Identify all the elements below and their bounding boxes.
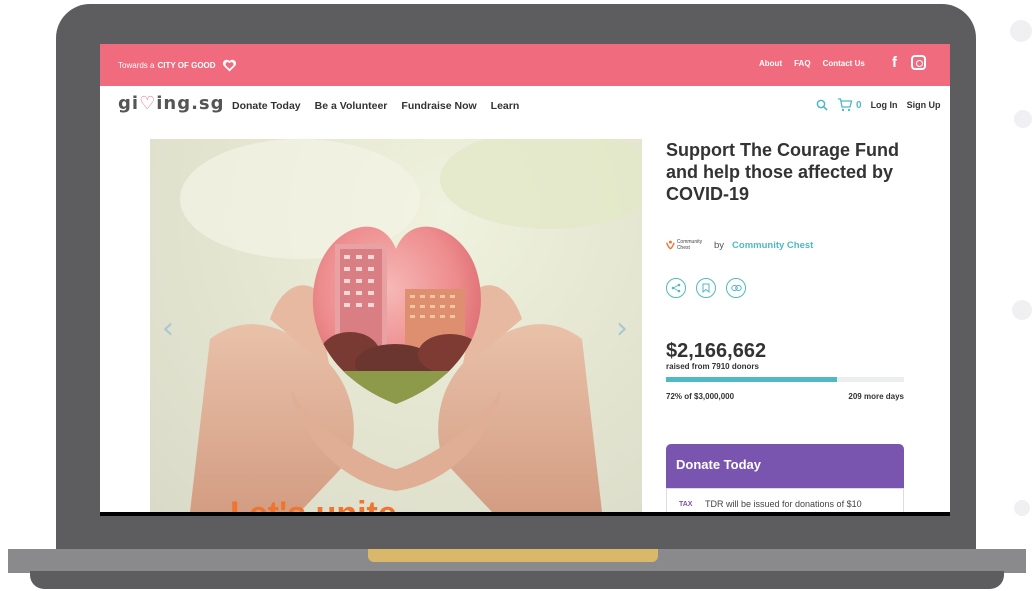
tagline-brand: CITY OF GOOD xyxy=(157,61,216,70)
hands-holding-heart-image xyxy=(180,139,642,512)
top-bar: Towards a CITY OF GOOD About FAQ Contact… xyxy=(100,44,950,86)
laptop-screen: Towards a CITY OF GOOD About FAQ Contact… xyxy=(100,44,950,516)
progress-text: 72% of $3,000,000 xyxy=(666,392,735,401)
nav-be-a-volunteer[interactable]: Be a Volunteer xyxy=(315,100,388,112)
amount-raised: $2,166,662 xyxy=(666,340,767,362)
org-logo-text: Community Chest xyxy=(676,239,703,251)
city-of-good-tagline[interactable]: Towards a CITY OF GOOD xyxy=(118,58,237,73)
nav-donate-today[interactable]: Donate Today xyxy=(232,100,301,112)
community-chest-logo[interactable]: Community Chest xyxy=(666,234,706,256)
about-link[interactable]: About xyxy=(759,59,782,68)
logo-text-end: ing.sg xyxy=(156,93,225,114)
tax-note-text: TDR will be issued for donations of $10 xyxy=(705,499,862,509)
laptop-base-bottom xyxy=(30,571,1004,589)
organization-byline: Community Chest by Community Chest xyxy=(666,234,813,256)
hero-carousel: ‹ › I et's unite xyxy=(150,139,642,512)
bookmark-icon xyxy=(702,283,710,293)
tagline-prefix: Towards a xyxy=(118,61,155,70)
community-chest-emblem-icon xyxy=(666,240,675,250)
background-dot xyxy=(1010,20,1032,42)
search-icon[interactable] xyxy=(816,99,828,111)
campaign-title: Support The Courage Fund and help those … xyxy=(666,140,899,204)
background-dot xyxy=(1012,300,1032,320)
donate-today-panel[interactable]: Donate Today xyxy=(666,444,904,488)
donate-today-heading: Donate Today xyxy=(676,457,761,472)
tax-badge: TAX xyxy=(679,501,693,508)
nav-links: Donate Today Be a Volunteer Fundraise No… xyxy=(232,100,519,112)
social-icons: f xyxy=(892,54,926,71)
by-label: by xyxy=(714,239,725,251)
login-link[interactable]: Log In xyxy=(871,100,898,110)
organization-link[interactable]: Community Chest xyxy=(732,240,813,251)
contact-us-link[interactable]: Contact Us xyxy=(823,59,865,68)
giving-sg-logo[interactable]: gi♡ing.sg xyxy=(118,93,225,114)
cart-count: 0 xyxy=(856,99,862,111)
carousel-next-arrow[interactable]: › xyxy=(616,311,628,346)
donor-count: raised from 7910 donors xyxy=(666,362,759,371)
progress-bar xyxy=(666,377,904,382)
main-nav: gi♡ing.sg Donate Today Be a Volunteer Fu… xyxy=(100,86,950,126)
hero-caption: I et's unite xyxy=(230,495,397,512)
signup-link[interactable]: Sign Up xyxy=(907,100,941,110)
link-icon xyxy=(730,285,742,291)
logo-text-start: gi xyxy=(118,93,140,114)
top-links: About FAQ Contact Us xyxy=(759,59,865,68)
nav-right: 0 Log In Sign Up xyxy=(816,98,941,112)
carousel-prev-arrow[interactable]: ‹ xyxy=(162,311,174,346)
nav-fundraise-now[interactable]: Fundraise Now xyxy=(401,100,476,112)
bookmark-button[interactable] xyxy=(696,278,716,298)
background-dot xyxy=(1014,500,1030,516)
days-remaining: 209 more days xyxy=(848,392,904,401)
background-dot xyxy=(1014,110,1032,128)
logo-heart-icon: ♡ xyxy=(139,93,157,114)
share-button[interactable] xyxy=(666,278,686,298)
tax-deduction-note: TAX TDR will be issued for donations of … xyxy=(666,488,904,512)
faq-link[interactable]: FAQ xyxy=(794,59,810,68)
laptop-opening-notch xyxy=(368,549,658,562)
nav-learn[interactable]: Learn xyxy=(491,100,520,112)
progress-bar-fill xyxy=(666,377,838,382)
instagram-icon[interactable] xyxy=(911,55,926,70)
facebook-icon[interactable]: f xyxy=(892,54,897,71)
copy-link-button[interactable] xyxy=(726,278,746,298)
campaign-actions xyxy=(666,278,746,298)
heart-logo-icon xyxy=(222,59,236,72)
share-icon xyxy=(671,283,681,293)
cart-icon[interactable] xyxy=(837,98,853,112)
